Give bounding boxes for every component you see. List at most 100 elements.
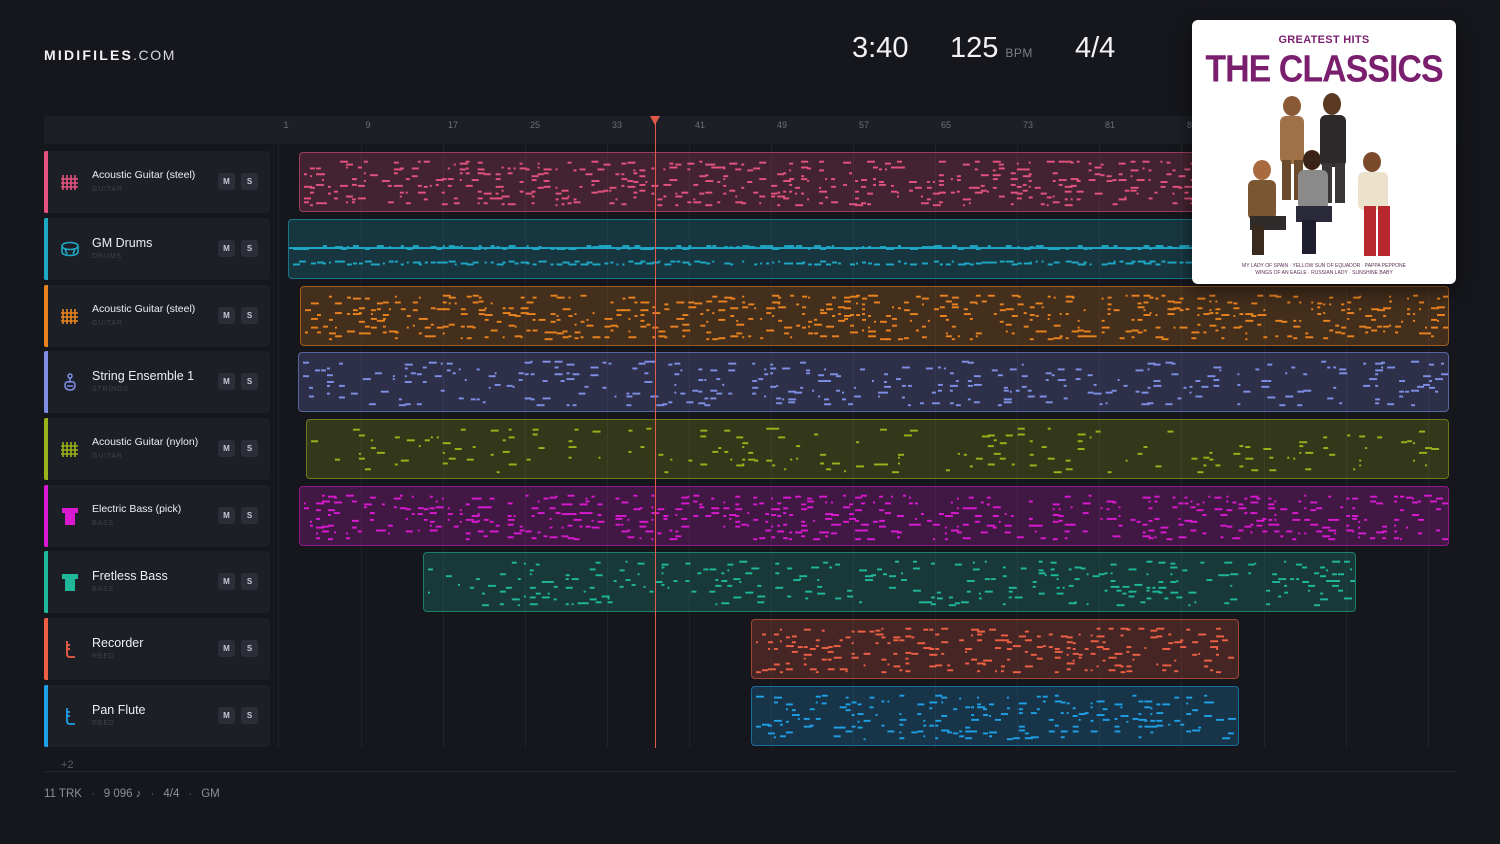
reed-icon bbox=[61, 706, 79, 726]
track-category: GUITAR bbox=[92, 186, 123, 193]
solo-button[interactable]: S bbox=[241, 307, 258, 324]
midi-standard: GM bbox=[201, 788, 220, 800]
track-name: Pan Flute bbox=[92, 703, 146, 717]
ruler-tick: 17 bbox=[447, 120, 459, 130]
tempo-display: 125 BPM bbox=[950, 32, 1033, 65]
mute-button[interactable]: M bbox=[218, 373, 235, 390]
grid-line bbox=[278, 144, 279, 748]
ruler-tick: 49 bbox=[776, 120, 788, 130]
logo-domain: .COM bbox=[133, 47, 176, 63]
ruler-tick: 57 bbox=[858, 120, 870, 130]
ruler-tick: 65 bbox=[940, 120, 952, 130]
guitar-icon bbox=[61, 172, 79, 192]
solo-button[interactable]: S bbox=[241, 173, 258, 190]
note-count: 9 096 ♪ bbox=[103, 788, 142, 800]
track-color-bar bbox=[44, 285, 48, 347]
drum-icon bbox=[61, 239, 79, 259]
solo-button[interactable]: S bbox=[241, 240, 258, 257]
mute-button[interactable]: M bbox=[218, 173, 235, 190]
track-color-bar bbox=[44, 418, 48, 480]
midi-clip[interactable] bbox=[300, 286, 1449, 346]
note-pattern bbox=[310, 427, 1440, 474]
track-category: BASS bbox=[92, 520, 114, 527]
track-header[interactable]: Fretless Bass BASS M S bbox=[44, 551, 270, 613]
ruler-tick: 33 bbox=[611, 120, 623, 130]
track-name: Acoustic Guitar (steel) bbox=[92, 169, 196, 181]
ruler-tick: 1 bbox=[283, 120, 289, 130]
track-category: REED bbox=[92, 720, 115, 727]
time-signature: 4/4 bbox=[1075, 32, 1116, 64]
playhead[interactable] bbox=[655, 116, 656, 748]
guitar-icon bbox=[61, 439, 79, 459]
solo-button[interactable]: S bbox=[241, 640, 258, 657]
track-color-bar bbox=[44, 685, 48, 747]
track-name: Acoustic Guitar (nylon) bbox=[92, 436, 199, 448]
mute-button[interactable]: M bbox=[218, 573, 235, 590]
solo-button[interactable]: S bbox=[241, 707, 258, 724]
midi-clip[interactable] bbox=[299, 486, 1449, 546]
ruler-tick: 25 bbox=[529, 120, 541, 130]
track-count: 11 TRK bbox=[44, 788, 82, 800]
track-header[interactable]: Acoustic Guitar (nylon) GUITAR M S bbox=[44, 418, 270, 480]
ruler-tick: 41 bbox=[694, 120, 706, 130]
footer-divider bbox=[44, 771, 1457, 772]
track-header[interactable]: Acoustic Guitar (steel) GUITAR M S bbox=[44, 151, 270, 213]
mute-button[interactable]: M bbox=[218, 440, 235, 457]
solo-button[interactable]: S bbox=[241, 440, 258, 457]
midi-clip[interactable] bbox=[298, 352, 1449, 412]
track-name: Recorder bbox=[92, 636, 144, 650]
track-name: Electric Bass (pick) bbox=[92, 503, 182, 515]
track-header[interactable]: Electric Bass (pick) BASS M S bbox=[44, 485, 270, 547]
tempo-value: 125 bbox=[950, 32, 999, 64]
solo-button[interactable]: S bbox=[241, 507, 258, 524]
more-tracks-count[interactable]: +2 bbox=[61, 759, 74, 771]
track-name: Fretless Bass bbox=[92, 569, 168, 583]
track-color-bar bbox=[44, 151, 48, 213]
mute-button[interactable]: M bbox=[218, 640, 235, 657]
note-pattern bbox=[427, 560, 1355, 607]
mute-button[interactable]: M bbox=[218, 307, 235, 324]
track-color-bar bbox=[44, 351, 48, 413]
bass-icon bbox=[61, 572, 79, 592]
track-header[interactable]: Pan Flute REED M S bbox=[44, 685, 270, 747]
track-category: REED bbox=[92, 653, 115, 660]
midi-clip[interactable] bbox=[306, 419, 1449, 479]
track-header[interactable]: String Ensemble 1 STRINGS M S bbox=[44, 351, 270, 413]
track-color-bar bbox=[44, 551, 48, 613]
footer-summary: 11 TRK · 9 096 ♪ · 4/4 · GM bbox=[44, 788, 220, 800]
album-tracklist-line-2: WINGS OF AN EAGLE · RUSSIAN LADY · SUNSH… bbox=[1255, 270, 1393, 276]
album-cover: GREATEST HITS THE CLASSICS MY LADY OF SP… bbox=[1192, 20, 1456, 284]
track-name: Acoustic Guitar (steel) bbox=[92, 303, 196, 315]
note-pattern bbox=[755, 627, 1235, 674]
track-name: GM Drums bbox=[92, 236, 153, 250]
mute-button[interactable]: M bbox=[218, 707, 235, 724]
track-category: DRUMS bbox=[92, 253, 122, 260]
track-header[interactable]: Acoustic Guitar (steel) GUITAR M S bbox=[44, 285, 270, 347]
ruler-tick: 73 bbox=[1022, 120, 1034, 130]
mute-button[interactable]: M bbox=[218, 507, 235, 524]
track-color-bar bbox=[44, 485, 48, 547]
note-pattern bbox=[303, 494, 1448, 541]
track-category: BASS bbox=[92, 586, 114, 593]
midi-clip[interactable] bbox=[751, 686, 1239, 746]
tempo-unit: BPM bbox=[1005, 46, 1033, 60]
solo-button[interactable]: S bbox=[241, 573, 258, 590]
playhead-marker-icon[interactable] bbox=[650, 116, 660, 125]
track-category: GUITAR bbox=[92, 453, 123, 460]
midi-clip[interactable] bbox=[751, 619, 1239, 679]
track-header[interactable]: GM Drums DRUMS M S bbox=[44, 218, 270, 280]
track-color-bar bbox=[44, 218, 48, 280]
footer-meter: 4/4 bbox=[163, 788, 180, 800]
track-category: STRINGS bbox=[92, 386, 129, 393]
note-pattern bbox=[304, 294, 1448, 341]
solo-button[interactable]: S bbox=[241, 373, 258, 390]
track-header[interactable]: Recorder REED M S bbox=[44, 618, 270, 680]
mute-button[interactable]: M bbox=[218, 240, 235, 257]
site-logo[interactable]: MIDIFILES.COM bbox=[44, 47, 176, 63]
ruler-tick: 9 bbox=[365, 120, 371, 130]
bass-icon bbox=[61, 506, 79, 526]
midi-clip[interactable] bbox=[423, 552, 1356, 612]
track-color-bar bbox=[44, 618, 48, 680]
album-tracklist-line-1: MY LADY OF SPAIN · YELLOW SUN OF EQUADOR… bbox=[1242, 263, 1406, 269]
logo-brand: MIDIFILES bbox=[44, 47, 134, 63]
